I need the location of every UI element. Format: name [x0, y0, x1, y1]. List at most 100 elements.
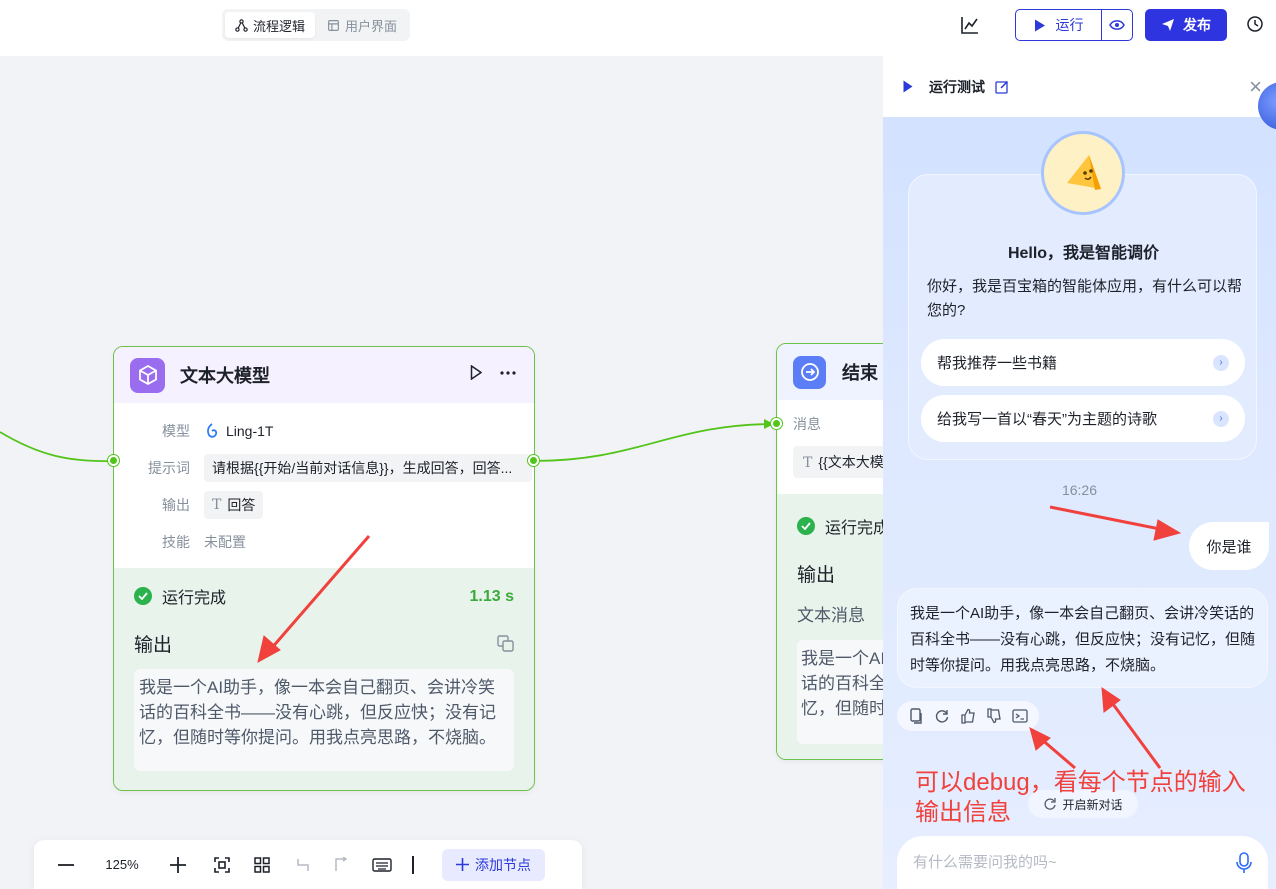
output-header: 输出 [134, 630, 514, 657]
grid-icon [254, 856, 270, 873]
play-icon [903, 80, 913, 93]
history-icon[interactable] [1246, 15, 1264, 33]
status-text: 运行完成 [825, 520, 884, 537]
user-message: 你是谁 [1189, 522, 1269, 570]
zoom-out-button[interactable] [46, 850, 86, 880]
thumbs-down-icon[interactable] [986, 708, 1002, 724]
redo-button[interactable] [322, 850, 362, 880]
flow-icon [235, 18, 248, 32]
output-label: 输出 [134, 635, 173, 656]
edit-icon[interactable] [995, 80, 1009, 94]
thumbs-up-icon[interactable] [960, 708, 976, 724]
output-text: 我是一个AI 话的百科全 忆，但随时 [797, 640, 884, 744]
status-row: 运行完成 [134, 584, 514, 608]
more-icon[interactable] [500, 370, 516, 375]
output-label: 输出 [797, 565, 836, 586]
chevron-right-icon: › [1213, 410, 1229, 427]
model-name: Ling-1T [226, 422, 274, 439]
copy-icon[interactable] [908, 708, 924, 724]
redo-icon [335, 856, 348, 871]
run-button-group: 运行 [1015, 9, 1133, 41]
prompt-value: 请根据{{开始/当前对话信息}}，生成回答，回答... [204, 453, 532, 482]
layout-button[interactable] [242, 850, 282, 880]
input-handle[interactable] [771, 418, 782, 429]
zoom-in-button[interactable] [158, 850, 198, 880]
panel-title: 运行测试 [929, 78, 985, 95]
tab-flow-logic[interactable]: 流程逻辑 [225, 12, 316, 38]
output-var-name: 回答 [227, 496, 256, 513]
message-var: {{文本大模 [818, 454, 884, 470]
divider [412, 855, 414, 874]
run-button[interactable]: 运行 [1016, 10, 1102, 40]
copy-icon[interactable] [497, 635, 514, 652]
annotation-line: 可以debug，看每个节点的输入 [915, 769, 1246, 796]
skills-value: 未配置 [204, 533, 246, 550]
chat-input[interactable] [913, 854, 1213, 871]
play-icon [1034, 19, 1045, 31]
check-icon [797, 517, 815, 535]
suggestion-item[interactable]: 帮我推荐一些书籍 › [921, 339, 1245, 386]
keyboard-icon [372, 857, 392, 872]
top-bar: 流程逻辑 用户界面 运行 发布 [0, 0, 1276, 56]
publish-label: 发布 [1183, 17, 1211, 33]
welcome-intro: 你好，我是百宝箱的智能体应用，有什么可以帮您的? [927, 278, 1243, 319]
text-type-icon: T [803, 455, 813, 471]
publish-button[interactable]: 发布 [1145, 9, 1227, 41]
model-logo-icon [207, 422, 218, 438]
chevron-right-icon: › [1213, 354, 1229, 371]
microphone-icon[interactable] [1236, 851, 1252, 874]
suggestion-item[interactable]: 给我写一首以“春天”为主题的诗歌 › [921, 395, 1245, 442]
output-text: 我是一个AI助手，像一本会自己翻页、会讲冷笑话的百科全书——没有心跳，但反应快；… [134, 669, 514, 771]
preview-button[interactable] [1102, 10, 1132, 40]
annotation-line: 输出信息 [915, 799, 1011, 826]
field-message: 消息 T {{文本大模 [777, 400, 884, 478]
zoom-level[interactable]: 125% [86, 850, 158, 880]
panel-header: 运行测试 × [883, 56, 1276, 117]
workflow-canvas[interactable]: 文本大模型 模型 Ling-1T 提示词 请根据{{开始/当前对话信息}}，生成… [0, 56, 884, 889]
exit-arrow-icon [793, 355, 826, 389]
node-actions [470, 365, 516, 380]
assistant-avatar [1041, 131, 1125, 215]
output-handle[interactable] [528, 455, 539, 466]
end-node[interactable]: 结束 消息 T {{文本大模 运行完成 输出 文本消息 我是一个AI 话的百科全 忆，… [776, 343, 884, 760]
plus-icon [170, 856, 186, 873]
node-header: 文本大模型 [114, 347, 534, 403]
run-duration: 1.13 s [469, 588, 514, 605]
assistant-message: 我是一个AI助手，像一本会自己翻页、会讲冷笑话的百科全书——没有心跳，但反应快；… [897, 588, 1268, 688]
field-key: 技能 [162, 533, 190, 550]
text-type-icon: T [212, 496, 222, 513]
field-key: 提示词 [148, 459, 190, 476]
welcome-title: Hello，我是智能调价 [1007, 245, 1160, 262]
plus-icon [456, 858, 469, 871]
status-text: 运行完成 [162, 590, 227, 607]
fit-view-button[interactable] [202, 850, 242, 880]
welcome-card: Hello，我是智能调价 你好，我是百宝箱的智能体应用，有什么可以帮您的? 帮我… [908, 174, 1257, 460]
llm-node[interactable]: 文本大模型 模型 Ling-1T 提示词 请根据{{开始/当前对话信息}}，生成… [113, 346, 535, 791]
field-skills: 技能 未配置 [114, 523, 534, 560]
terminal-debug-icon[interactable] [1012, 708, 1028, 724]
tab-user-interface[interactable]: 用户界面 [317, 12, 407, 38]
canvas-toolbar: 125% 添加节点 [34, 840, 582, 889]
add-node-label: 添加节点 [475, 856, 531, 873]
tab-label: 用户界面 [345, 18, 398, 34]
eye-icon [1109, 20, 1125, 30]
fit-icon [214, 856, 230, 873]
cube-icon [130, 357, 165, 393]
view-switcher: 流程逻辑 用户界面 [222, 9, 411, 41]
suggestion-text: 帮我推荐一些书籍 [937, 355, 1058, 372]
chart-icon[interactable] [960, 15, 980, 35]
message-timestamp: 16:26 [1061, 482, 1098, 498]
node-title: 文本大模型 [180, 366, 270, 386]
field-value: Ling-1T [204, 423, 273, 439]
undo-button[interactable] [282, 850, 322, 880]
field-key: 模型 [162, 422, 190, 439]
refresh-icon[interactable] [934, 708, 950, 724]
input-handle[interactable] [108, 455, 119, 466]
play-icon[interactable] [470, 365, 482, 380]
chat-composer [897, 836, 1268, 889]
shortcuts-button[interactable] [362, 850, 402, 880]
message-actions [897, 701, 1039, 731]
node-title: 结束 [842, 363, 878, 383]
run-result: 运行完成 1.13 s 输出 我是一个AI助手，像一本会自己翻页、会讲冷笑话的百… [114, 568, 534, 790]
add-node-button[interactable]: 添加节点 [442, 848, 545, 881]
